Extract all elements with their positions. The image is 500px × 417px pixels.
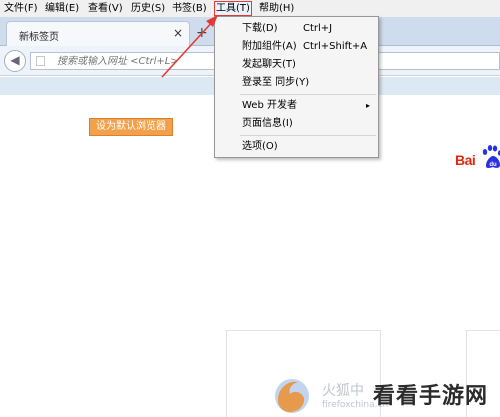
menu-item-downloads[interactable]: 下载(D) Ctrl+J xyxy=(215,21,378,37)
set-default-browser-button[interactable]: 设为默认浏览器 xyxy=(89,118,173,136)
submenu-arrow-icon: ▸ xyxy=(365,101,370,110)
page-icon xyxy=(36,56,45,66)
menu-view[interactable]: 查看(V) xyxy=(88,2,123,15)
menu-history[interactable]: 历史(S) xyxy=(131,2,165,15)
menu-item-options[interactable]: 选项(O) xyxy=(215,139,378,155)
baidu-paw-icon: du xyxy=(482,145,500,168)
menu-bar: 文件(F) 编辑(E) 查看(V) 历史(S) 书签(B) 工具(T) 帮助(H… xyxy=(0,0,500,17)
watermark-site-name: 看看手游网 xyxy=(373,384,489,409)
menu-bookmarks[interactable]: 书签(B) xyxy=(172,2,207,15)
menu-item-label: Web 开发者 xyxy=(242,100,297,111)
firefox-logo-icon xyxy=(275,379,309,413)
menu-item-web-developer[interactable]: Web 开发者 ▸ xyxy=(215,98,378,114)
menu-item-shortcut: Ctrl+J xyxy=(303,23,333,34)
back-button[interactable]: ◀ xyxy=(4,50,26,72)
menu-item-addons[interactable]: 附加组件(A) Ctrl+Shift+A xyxy=(215,39,378,55)
close-icon[interactable]: × xyxy=(173,26,183,40)
menu-help[interactable]: 帮助(H) xyxy=(259,2,294,15)
baidu-logo-text: Bai xyxy=(455,152,476,168)
menu-item-label: 登录至 同步(Y) xyxy=(242,77,310,88)
menu-separator xyxy=(240,94,376,95)
baidu-logo[interactable]: Bai du xyxy=(455,144,500,174)
back-arrow-icon: ◀ xyxy=(10,53,20,67)
menu-item-shortcut: Ctrl+Shift+A xyxy=(303,41,368,52)
menu-item-label: 发起聊天(T) xyxy=(242,59,296,70)
menu-file[interactable]: 文件(F) xyxy=(4,2,38,15)
tab-new-tab[interactable]: 新标签页 × xyxy=(6,21,190,47)
menu-item-label: 选项(O) xyxy=(242,141,278,152)
new-tab-button[interactable]: + xyxy=(196,25,208,41)
baidu-paw-label: du xyxy=(489,162,497,168)
menu-item-start-chat[interactable]: 发起聊天(T) xyxy=(215,57,378,73)
tools-dropdown-menu: 下载(D) Ctrl+J 附加组件(A) Ctrl+Shift+A 发起聊天(T… xyxy=(214,16,379,158)
menu-item-label: 页面信息(I) xyxy=(242,118,293,129)
menu-edit[interactable]: 编辑(E) xyxy=(45,2,79,15)
menu-item-page-info[interactable]: 页面信息(I) xyxy=(215,116,378,132)
menu-item-label: 附加组件(A) xyxy=(242,41,297,52)
watermark-firefox-text: 火狐中 xyxy=(322,383,364,399)
menu-separator xyxy=(240,135,376,136)
tab-title: 新标签页 xyxy=(19,32,59,43)
menu-tools[interactable]: 工具(T) xyxy=(214,1,252,16)
menu-item-label: 下载(D) xyxy=(242,23,278,34)
menu-item-sign-in-sync[interactable]: 登录至 同步(Y) xyxy=(215,75,378,91)
